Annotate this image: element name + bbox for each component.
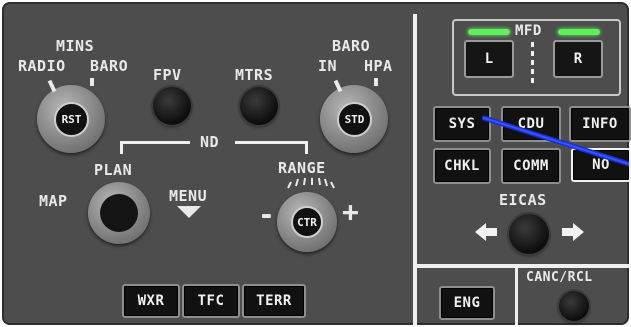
mins-baro-label: BARO [90, 57, 129, 75]
range-label: RANGE [278, 159, 326, 177]
mfd-label: MFD [513, 23, 544, 39]
highlight-pointer-line [482, 115, 629, 167]
terr-button[interactable]: TERR [242, 284, 306, 318]
baro-pointer-marks [333, 78, 378, 93]
mins-pointer-marks [47, 78, 94, 93]
mfd-left-led [468, 29, 510, 35]
range-ctr-button[interactable]: CTR [291, 206, 323, 238]
nd-plan-label: PLAN [94, 161, 133, 179]
nd-mode-selector-knob[interactable] [88, 182, 150, 244]
eicas-label: EICAS [499, 191, 547, 209]
eng-button[interactable]: ENG [439, 286, 495, 320]
lower-divider-horizontal [415, 264, 629, 268]
canc-rcl-label: CANC/RCL [526, 270, 593, 285]
mfd-right-led [558, 29, 600, 35]
baro-label: BARO [332, 37, 371, 55]
mins-reset-button[interactable]: RST [54, 102, 89, 137]
nd-bracket-right [235, 141, 308, 144]
nd-label: ND [200, 133, 220, 151]
eicas-right-arrow-icon [562, 223, 584, 241]
baro-hpa-label: HPA [364, 57, 393, 75]
mins-label: MINS [56, 37, 95, 55]
mtrs-label: MTRS [235, 66, 274, 84]
nd-bracket-right-tick [305, 141, 308, 154]
fpv-label: FPV [153, 66, 182, 84]
nd-mode-knob-inner [100, 194, 138, 232]
eicas-button[interactable] [509, 214, 549, 254]
eicas-left-arrow-icon [475, 223, 497, 241]
mfd-right-button[interactable]: R [553, 40, 603, 78]
mtrs-button[interactable] [240, 87, 278, 125]
mfd-left-button[interactable]: L [464, 40, 514, 78]
nd-bracket-left [120, 141, 190, 144]
mfd-center-dashed [531, 42, 534, 87]
range-scale-marks [287, 177, 335, 189]
nd-bracket-left-tick [120, 141, 123, 154]
wxr-button[interactable]: WXR [122, 284, 180, 318]
tfc-button[interactable]: TFC [182, 284, 240, 318]
baro-in-label: IN [318, 57, 338, 75]
nd-map-label: MAP [39, 192, 68, 210]
efis-display-control-panel: MINS RADIO BARO RST FPV MTRS BARO IN HPA… [2, 2, 631, 325]
canc-rcl-button[interactable] [559, 291, 589, 321]
range-selector-knob[interactable]: CTR [277, 192, 337, 252]
menu-triangle-icon [177, 206, 201, 218]
mins-radio-label: RADIO [18, 57, 66, 75]
baro-std-button[interactable]: STD [337, 102, 372, 137]
nd-menu-label: MENU [169, 187, 208, 205]
fpv-button[interactable] [153, 87, 191, 125]
range-increase-label: + [342, 195, 360, 228]
panel-divider-vertical [413, 14, 417, 325]
lower-divider-vertical [515, 264, 518, 325]
range-decrease-label: - [258, 198, 276, 231]
